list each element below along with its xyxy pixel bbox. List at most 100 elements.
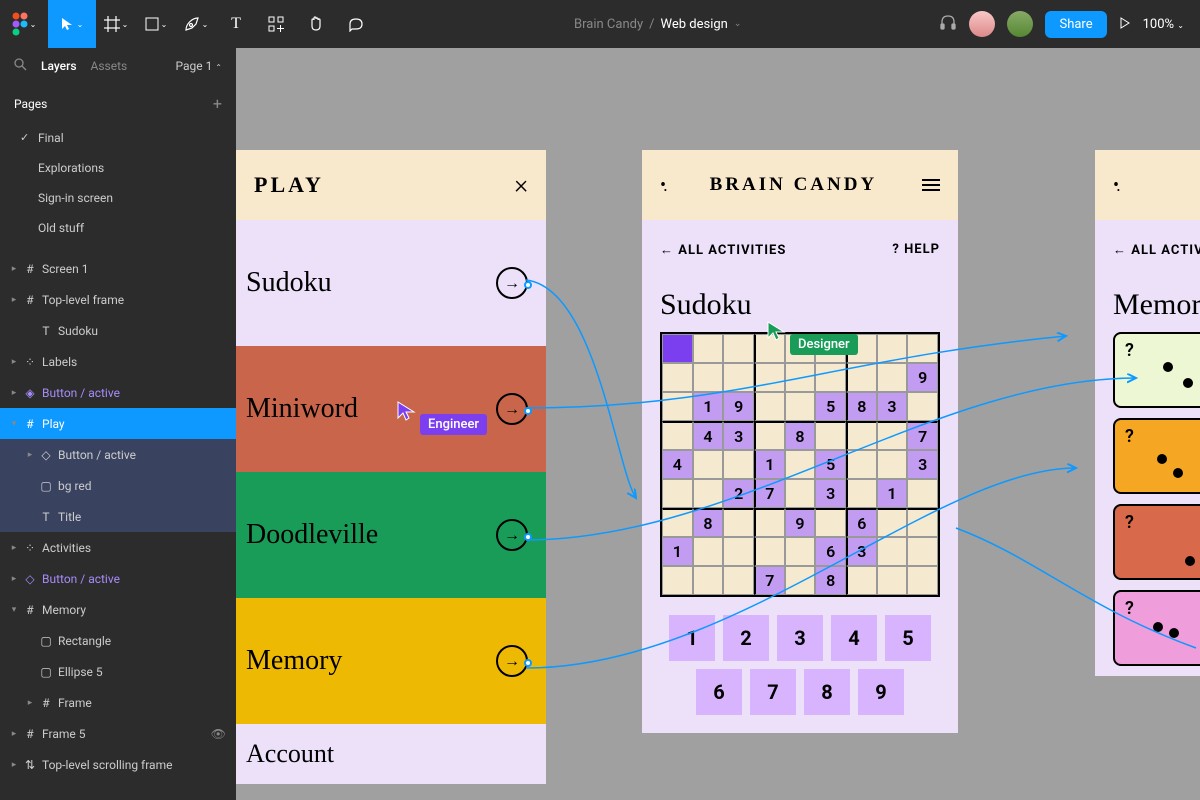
- numpad-button[interactable]: 2: [723, 615, 769, 661]
- sudoku-cell[interactable]: [785, 392, 816, 421]
- sudoku-cell[interactable]: 1: [754, 450, 785, 479]
- sudoku-cell[interactable]: [662, 566, 693, 595]
- sudoku-cell[interactable]: [662, 508, 693, 537]
- sudoku-cell[interactable]: [785, 450, 816, 479]
- sudoku-cell[interactable]: [754, 508, 785, 537]
- sudoku-cell[interactable]: 6: [815, 537, 846, 566]
- layer-row[interactable]: ▸⁘Labels: [0, 346, 236, 377]
- sudoku-cell[interactable]: 1: [693, 392, 724, 421]
- sudoku-cell[interactable]: [723, 334, 754, 363]
- sudoku-cell[interactable]: [693, 334, 724, 363]
- nav-help[interactable]: ? HELP: [892, 242, 940, 258]
- sudoku-cell[interactable]: [662, 479, 693, 508]
- sudoku-cell[interactable]: [907, 537, 938, 566]
- sudoku-cell[interactable]: [662, 392, 693, 421]
- memory-card[interactable]: ?: [1113, 418, 1200, 494]
- arrow-icon[interactable]: →: [496, 645, 528, 677]
- sudoku-cell[interactable]: [815, 363, 846, 392]
- sudoku-cell[interactable]: 1: [877, 479, 908, 508]
- sudoku-cell[interactable]: 5: [815, 392, 846, 421]
- headphones-icon[interactable]: [939, 13, 957, 35]
- sudoku-cell[interactable]: [877, 566, 908, 595]
- sudoku-cell[interactable]: 3: [907, 450, 938, 479]
- sudoku-cell[interactable]: 3: [815, 479, 846, 508]
- page-item[interactable]: Old stuff: [0, 213, 236, 243]
- pen-tool[interactable]: ⌄: [176, 0, 216, 48]
- user-avatar-1[interactable]: [969, 11, 995, 37]
- sudoku-cell[interactable]: [785, 537, 816, 566]
- resources-tool[interactable]: [256, 0, 296, 48]
- user-avatar-2[interactable]: [1007, 11, 1033, 37]
- sudoku-cell[interactable]: [693, 537, 724, 566]
- sudoku-cell[interactable]: [907, 392, 938, 421]
- numpad-button[interactable]: 4: [831, 615, 877, 661]
- sudoku-cell[interactable]: 8: [785, 421, 816, 450]
- arrow-icon[interactable]: →: [496, 519, 528, 551]
- sudoku-cell[interactable]: 8: [815, 566, 846, 595]
- sudoku-cell[interactable]: 1: [662, 537, 693, 566]
- nav-back-partial[interactable]: ← ALL ACTIVI: [1113, 242, 1200, 258]
- numpad-button[interactable]: 6: [696, 669, 742, 715]
- sudoku-cell[interactable]: 3: [723, 421, 754, 450]
- sudoku-cell[interactable]: [662, 363, 693, 392]
- sudoku-cell[interactable]: [846, 566, 877, 595]
- canvas[interactable]: PLAY × Sudoku→ Miniword→ Doodleville→ Me…: [236, 48, 1200, 800]
- sudoku-cell[interactable]: [754, 421, 785, 450]
- sudoku-cell[interactable]: 7: [754, 566, 785, 595]
- layer-row[interactable]: ▸◇Button / active: [0, 563, 236, 594]
- numpad-button[interactable]: 7: [750, 669, 796, 715]
- sudoku-cell[interactable]: [785, 479, 816, 508]
- page-item[interactable]: Explorations: [0, 153, 236, 183]
- sudoku-cell[interactable]: [815, 508, 846, 537]
- sudoku-cell[interactable]: [907, 566, 938, 595]
- sudoku-cell[interactable]: [785, 566, 816, 595]
- game-row-miniword[interactable]: Miniword→: [236, 346, 546, 472]
- sudoku-cell[interactable]: [754, 363, 785, 392]
- sudoku-cell[interactable]: [907, 334, 938, 363]
- arrow-icon[interactable]: →: [496, 393, 528, 425]
- sudoku-cell[interactable]: [723, 450, 754, 479]
- numpad-button[interactable]: 1: [669, 615, 715, 661]
- sudoku-cell[interactable]: [877, 421, 908, 450]
- frame-braincandy[interactable]: •. BRAIN CANDY ← ALL ACTIVITIES ? HELP S…: [642, 150, 958, 733]
- sudoku-cell[interactable]: 4: [693, 421, 724, 450]
- layer-row[interactable]: ▸#Frame 5👁: [0, 718, 236, 749]
- layer-row[interactable]: TSudoku: [0, 315, 236, 346]
- sudoku-cell[interactable]: 2: [723, 479, 754, 508]
- shape-tool[interactable]: ⌄: [136, 0, 176, 48]
- layers-tab[interactable]: Layers: [41, 59, 77, 73]
- sudoku-cell[interactable]: [785, 363, 816, 392]
- sudoku-cell[interactable]: 5: [815, 450, 846, 479]
- search-icon[interactable]: [14, 58, 27, 74]
- sudoku-cell[interactable]: [693, 450, 724, 479]
- sudoku-cell[interactable]: [723, 363, 754, 392]
- arrow-icon[interactable]: →: [496, 267, 528, 299]
- sudoku-cell[interactable]: [754, 537, 785, 566]
- sudoku-cell[interactable]: [693, 479, 724, 508]
- sudoku-cell[interactable]: [907, 479, 938, 508]
- layer-row[interactable]: ▢Rectangle: [0, 625, 236, 656]
- numpad-button[interactable]: 8: [804, 669, 850, 715]
- project-name[interactable]: Brain Candy: [574, 17, 643, 32]
- sudoku-cell[interactable]: [693, 363, 724, 392]
- numpad-button[interactable]: 5: [885, 615, 931, 661]
- frame-tool[interactable]: ⌄: [96, 0, 136, 48]
- game-row-doodleville[interactable]: Doodleville→: [236, 472, 546, 598]
- layer-row[interactable]: ▸#Top-level frame: [0, 284, 236, 315]
- page-item[interactable]: Final: [0, 123, 236, 153]
- layer-row[interactable]: TTitle: [0, 501, 236, 532]
- memory-card[interactable]: ?: [1113, 590, 1200, 666]
- sudoku-cell[interactable]: [846, 421, 877, 450]
- sudoku-cell[interactable]: [662, 421, 693, 450]
- sudoku-cell[interactable]: 9: [907, 363, 938, 392]
- zoom-level[interactable]: 100% ⌄: [1143, 17, 1184, 32]
- frame-memory[interactable]: •. BRA ← ALL ACTIVI Memor ? ? ? ?: [1095, 150, 1200, 676]
- sudoku-cell[interactable]: [723, 566, 754, 595]
- game-row-memory[interactable]: Memory→: [236, 598, 546, 724]
- frame-play[interactable]: PLAY × Sudoku→ Miniword→ Doodleville→ Me…: [236, 150, 546, 784]
- sudoku-cell[interactable]: 3: [846, 537, 877, 566]
- sudoku-cell[interactable]: [877, 363, 908, 392]
- sudoku-cell[interactable]: [846, 363, 877, 392]
- file-name[interactable]: Web design: [661, 17, 728, 32]
- layer-row[interactable]: ▢bg red: [0, 470, 236, 501]
